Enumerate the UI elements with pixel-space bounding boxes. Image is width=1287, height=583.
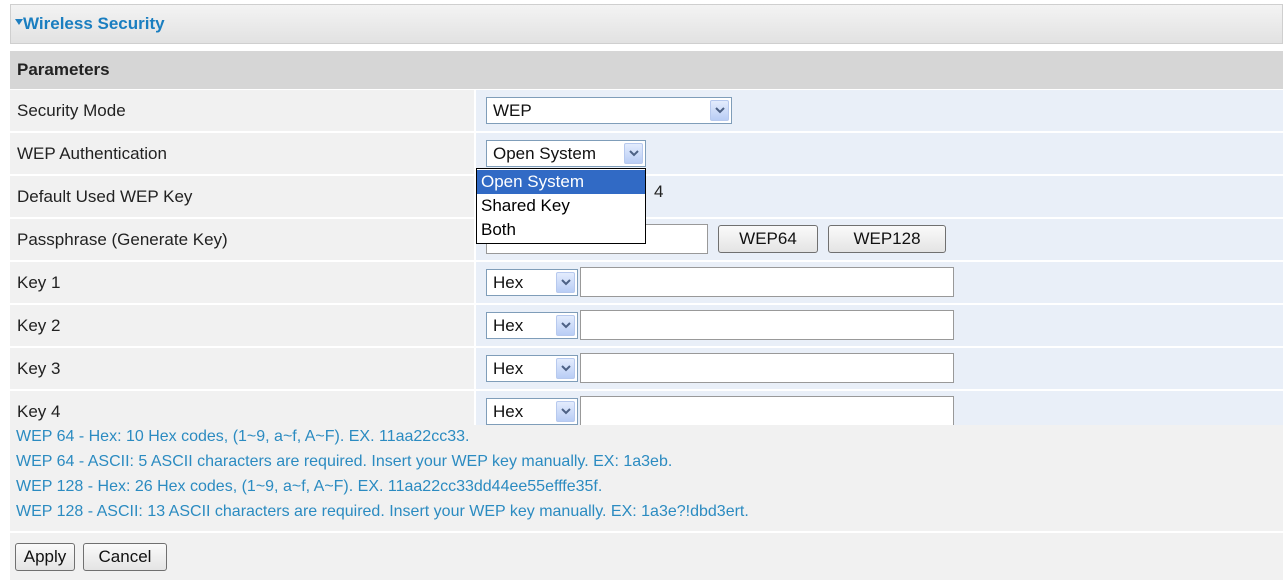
dropdown-option-both[interactable]: Both (477, 218, 645, 242)
wep-key-help-notes: WEP 64 - Hex: 10 Hex codes, (1~9, a~f, A… (10, 425, 1283, 531)
wep-authentication-label: WEP Authentication (17, 144, 167, 163)
security-mode-select[interactable]: WEP (486, 97, 732, 124)
parameters-header: Parameters (10, 50, 1283, 89)
form-footer: Apply Cancel (10, 533, 1283, 580)
wireless-security-panel: Wireless Security Parameters Security Mo… (10, 4, 1283, 580)
section-header[interactable]: Wireless Security (10, 4, 1283, 44)
key-4-input[interactable] (580, 396, 954, 426)
row-key-1: Key 1 Hex (10, 262, 1283, 303)
chevron-down-icon[interactable] (556, 401, 575, 422)
collapse-triangle-icon[interactable] (15, 19, 23, 25)
dropdown-option-shared-key[interactable]: Shared Key (477, 194, 645, 218)
key-1-input[interactable] (580, 267, 954, 297)
apply-button[interactable]: Apply (15, 543, 75, 571)
chevron-down-icon[interactable] (556, 315, 575, 336)
help-note: WEP 64 - ASCII: 5 ASCII characters are r… (16, 453, 673, 470)
key-3-format-select[interactable]: Hex (486, 355, 578, 382)
dropdown-option-open-system[interactable]: Open System (477, 170, 645, 194)
row-key-2: Key 2 Hex (10, 305, 1283, 346)
key-label: Key 2 (17, 316, 61, 335)
key-4-format-select[interactable]: Hex (486, 398, 578, 425)
row-default-wep-key: Default Used WEP Key (10, 176, 1283, 217)
row-passphrase: Passphrase (Generate Key) WEP64 WEP128 (10, 219, 1283, 260)
key-label: Key 3 (17, 359, 61, 378)
cancel-button[interactable]: Cancel (83, 543, 167, 571)
wep128-button[interactable]: WEP128 (828, 225, 946, 253)
section-title: Wireless Security (23, 14, 165, 33)
row-key-3: Key 3 Hex (10, 348, 1283, 389)
chevron-down-icon[interactable] (624, 143, 643, 164)
help-note: WEP 64 - Hex: 10 Hex codes, (1~9, a~f, A… (16, 428, 470, 445)
key-1-format-select[interactable]: Hex (486, 269, 578, 296)
key-label: Key 1 (17, 273, 61, 292)
default-wep-key-label: Default Used WEP Key (17, 187, 193, 206)
help-note: WEP 128 - Hex: 26 Hex codes, (1~9, a~f, … (16, 478, 603, 495)
row-security-mode: Security Mode WEP (10, 90, 1283, 131)
key-2-input[interactable] (580, 310, 954, 340)
chevron-down-icon[interactable] (556, 272, 575, 293)
key-label: Key 4 (17, 402, 61, 421)
chevron-down-icon[interactable] (710, 100, 729, 121)
key-2-format-select[interactable]: Hex (486, 312, 578, 339)
wep-authentication-dropdown-list: Open System Shared Key Both (476, 168, 646, 244)
help-note: WEP 128 - ASCII: 13 ASCII characters are… (16, 503, 749, 520)
wep64-button[interactable]: WEP64 (718, 225, 818, 253)
passphrase-label: Passphrase (Generate Key) (17, 230, 228, 249)
default-wep-key-radio-label: 4 (654, 182, 664, 201)
row-wep-authentication: WEP Authentication Open System (10, 133, 1283, 174)
wep-authentication-select[interactable]: Open System (486, 140, 646, 167)
chevron-down-icon[interactable] (556, 358, 575, 379)
key-3-input[interactable] (580, 353, 954, 383)
security-mode-label: Security Mode (17, 101, 126, 120)
parameters-title: Parameters (17, 60, 110, 79)
